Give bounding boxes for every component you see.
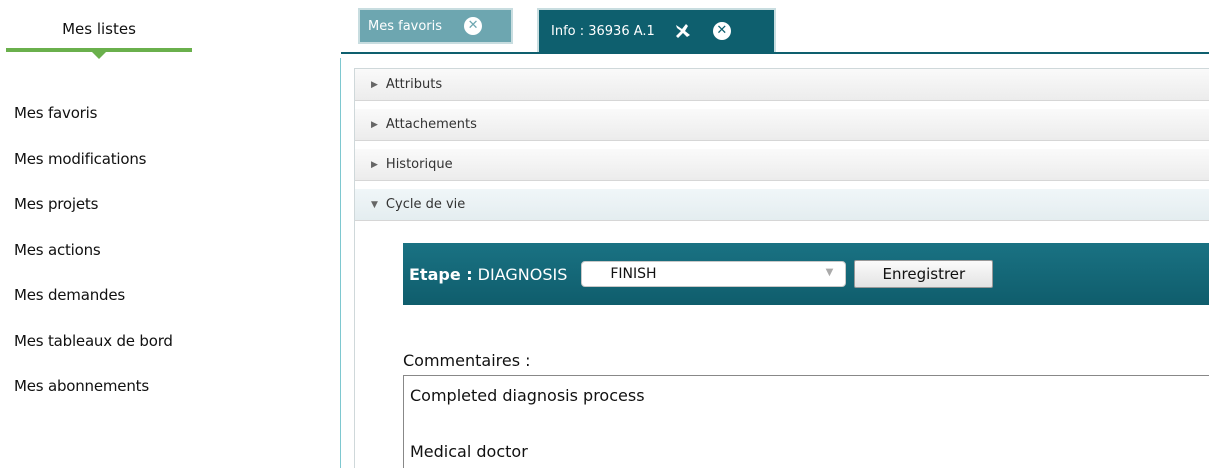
etape-select[interactable]: FINISH ▼ <box>581 261 847 287</box>
comments-textarea[interactable]: Completed diagnosis process Medical doct… <box>403 375 1209 468</box>
etape-value: DIAGNOSIS <box>477 264 568 284</box>
sidebar-item-abonnements[interactable]: Mes abonnements <box>14 373 173 419</box>
accordion-attachements[interactable]: ▶ Attachements <box>355 109 1209 141</box>
sidebar-item-projets[interactable]: Mes projets <box>14 191 173 237</box>
chevron-down-icon: ▼ <box>825 267 834 278</box>
accordion-attributs[interactable]: ▶ Attributs <box>355 69 1209 101</box>
tab-mes-favoris[interactable]: Mes favoris ✕ <box>358 8 513 44</box>
accordion-label: Historique <box>385 157 453 172</box>
triangle-right-icon: ▶ <box>371 119 378 130</box>
sidebar-item-demandes[interactable]: Mes demandes <box>14 282 173 328</box>
save-button[interactable]: Enregistrer <box>854 260 994 288</box>
tab-label: Mes favoris <box>368 18 443 34</box>
sidebar-item-favoris[interactable]: Mes favoris <box>14 100 173 146</box>
sidebar-title[interactable]: Mes listes <box>6 20 192 38</box>
accordion-label: Attachements <box>385 117 477 132</box>
tab-info[interactable]: Info : 36936 A.1 ✕ <box>537 8 776 52</box>
triangle-right-icon: ▶ <box>371 159 378 170</box>
comments-label: Commentaires : <box>403 351 531 370</box>
comment-line: Medical doctor <box>410 442 528 461</box>
accordion-label: Cycle de vie <box>385 197 466 212</box>
accordion-label: Attributs <box>385 77 443 92</box>
sidebar-item-modifications[interactable]: Mes modifications <box>14 146 173 192</box>
pin-icon[interactable] <box>673 21 693 41</box>
triangle-down-icon: ▼ <box>371 199 378 210</box>
etape-bar: Etape : DIAGNOSIS FINISH ▼ Enregistrer <box>403 243 1209 305</box>
caret-down-icon <box>92 52 106 59</box>
tab-label: Info : 36936 A.1 <box>551 23 655 39</box>
accordion-cycle-de-vie[interactable]: ▼ Cycle de vie <box>355 189 1209 221</box>
sidebar-list: Mes favoris Mes modifications Mes projet… <box>14 100 173 419</box>
sidebar-item-actions[interactable]: Mes actions <box>14 237 173 283</box>
close-icon[interactable]: ✕ <box>464 17 483 35</box>
triangle-right-icon: ▶ <box>371 79 378 90</box>
etape-label: Etape : <box>409 264 473 284</box>
etape-select-value: FINISH <box>610 266 657 282</box>
comment-line: Completed diagnosis process <box>410 386 645 405</box>
content-panel: ▶ Attributs ▶ Attachements ▶ Historique … <box>341 52 1209 468</box>
sidebar-item-tableaux-de-bord[interactable]: Mes tableaux de bord <box>14 328 173 374</box>
accordion-historique[interactable]: ▶ Historique <box>355 149 1209 181</box>
accordion-container: ▶ Attributs ▶ Attachements ▶ Historique … <box>354 68 1209 468</box>
sidebar-header[interactable]: Mes listes <box>6 14 192 59</box>
sidebar: Mes listes Mes favoris Mes modifications… <box>0 0 340 468</box>
close-icon[interactable]: ✕ <box>712 22 731 40</box>
